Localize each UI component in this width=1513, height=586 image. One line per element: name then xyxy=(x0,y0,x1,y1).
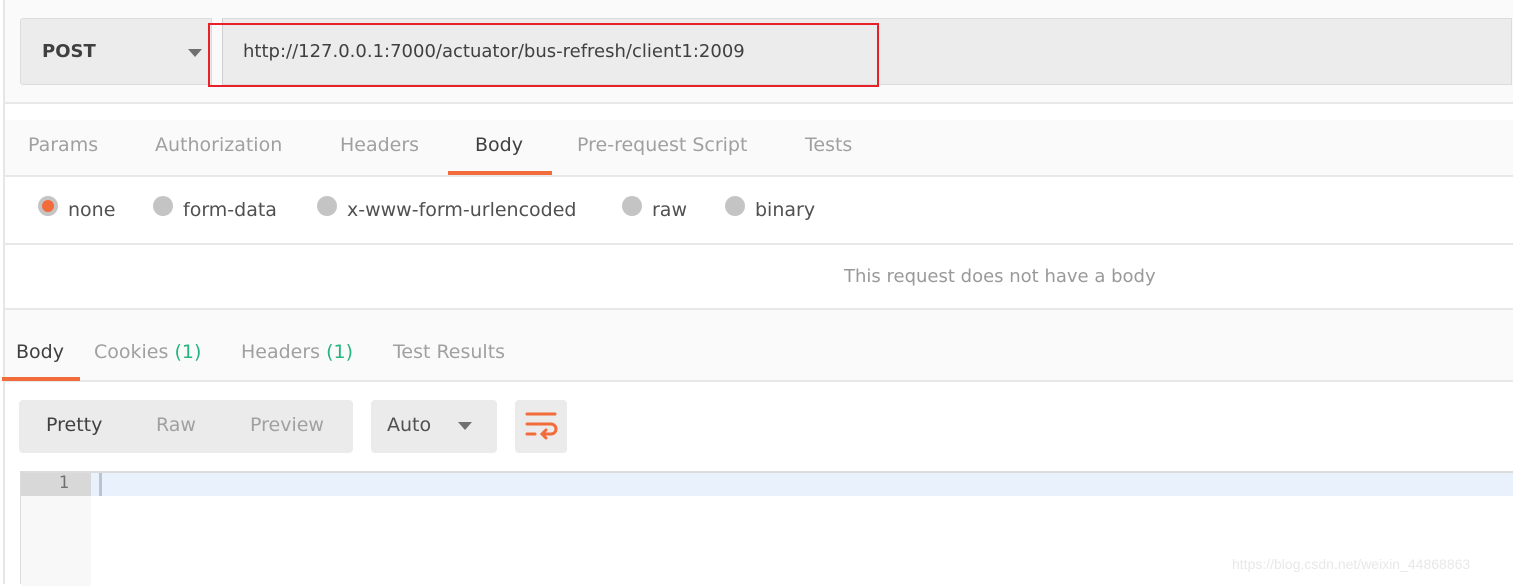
method-select[interactable]: POST xyxy=(20,18,212,85)
tab-params[interactable]: Params xyxy=(28,134,98,156)
tab-authorization[interactable]: Authorization xyxy=(155,134,282,156)
radio-selected-icon xyxy=(38,196,58,216)
tab-body[interactable]: Body xyxy=(475,134,523,156)
view-preview-button[interactable]: Preview xyxy=(250,414,324,436)
radio-icon xyxy=(317,196,337,216)
response-tab-cookies[interactable]: Cookies (1) xyxy=(94,341,201,363)
watermark: https://blog.csdn.net/weixin_44868863 xyxy=(1232,556,1471,572)
response-tab-test-results[interactable]: Test Results xyxy=(393,341,505,363)
cookies-count: (1) xyxy=(174,341,202,363)
radio-label: raw xyxy=(652,199,687,221)
wrap-icon xyxy=(525,412,558,440)
cookies-label: Cookies xyxy=(94,341,169,363)
headers-label: Headers xyxy=(241,341,321,363)
tab-headers[interactable]: Headers xyxy=(340,134,419,156)
radio-x-www-form-urlencoded[interactable]: x-www-form-urlencoded xyxy=(317,196,577,221)
method-label: POST xyxy=(42,41,96,62)
chevron-down-icon xyxy=(458,422,472,430)
view-raw-button[interactable]: Raw xyxy=(156,414,196,436)
active-tab-underline xyxy=(448,171,552,175)
no-body-panel: This request does not have a body xyxy=(5,245,1513,310)
no-body-message: This request does not have a body xyxy=(844,266,1156,287)
view-mode-group: Pretty Raw Preview xyxy=(19,400,353,453)
radio-icon xyxy=(622,196,642,216)
active-line xyxy=(91,473,1513,496)
radio-icon xyxy=(153,196,173,216)
radio-label: form-data xyxy=(183,199,277,221)
format-select[interactable]: Auto xyxy=(371,400,497,453)
headers-count: (1) xyxy=(326,341,354,363)
line-number: 1 xyxy=(21,473,91,496)
response-tab-headers[interactable]: Headers (1) xyxy=(241,341,353,363)
tab-tests[interactable]: Tests xyxy=(805,134,852,156)
tab-pre-request-script[interactable]: Pre-request Script xyxy=(577,134,747,156)
radio-label: none xyxy=(68,199,116,221)
radio-label: binary xyxy=(755,199,816,221)
chevron-down-icon xyxy=(188,49,202,57)
text-cursor xyxy=(99,473,102,496)
radio-binary[interactable]: binary xyxy=(725,196,816,221)
response-tabs: Body Cookies (1) Headers (1) Test Result… xyxy=(2,310,1513,382)
body-mode-radios: none form-data x-www-form-urlencoded raw… xyxy=(5,177,1513,245)
radio-raw[interactable]: raw xyxy=(622,196,687,221)
radio-form-data[interactable]: form-data xyxy=(153,196,277,221)
response-tab-body[interactable]: Body xyxy=(16,341,64,363)
wrap-lines-button[interactable] xyxy=(515,400,567,453)
format-label: Auto xyxy=(387,414,432,436)
url-highlight-box xyxy=(208,23,879,87)
radio-icon xyxy=(725,196,745,216)
radio-none[interactable]: none xyxy=(38,196,116,221)
view-pretty-button[interactable]: Pretty xyxy=(46,414,102,436)
active-response-tab-underline xyxy=(2,377,80,381)
request-tabs: Params Authorization Headers Body Pre-re… xyxy=(5,120,1513,177)
radio-label: x-www-form-urlencoded xyxy=(347,199,577,221)
